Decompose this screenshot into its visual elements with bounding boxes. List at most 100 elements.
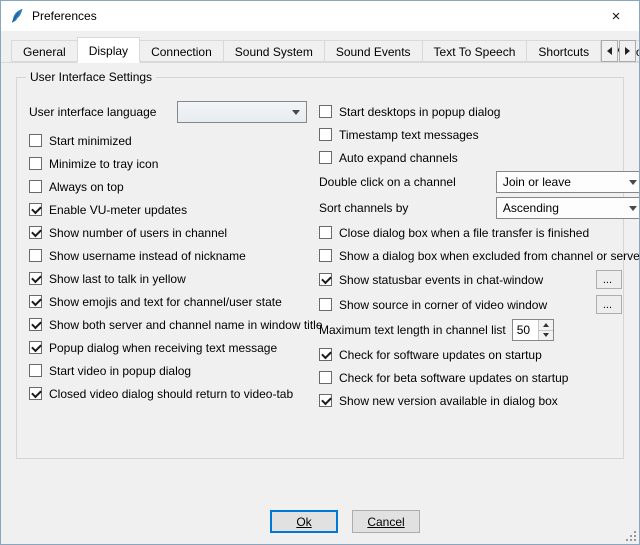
checkbox-update-check[interactable]: Check for software updates on startup — [319, 343, 640, 366]
arrow-right-icon — [625, 47, 630, 55]
spin-down-button[interactable] — [539, 331, 553, 341]
spin-up-button[interactable] — [539, 320, 553, 331]
chevron-down-icon — [292, 110, 300, 115]
checkbox-label: Show source in corner of video window — [339, 298, 547, 312]
tab-connection[interactable]: Connection — [139, 40, 224, 62]
chevron-down-icon — [629, 206, 637, 211]
max-text-length-value[interactable]: 50 — [513, 320, 538, 340]
checkbox-video-popup[interactable]: Start video in popup dialog — [29, 359, 307, 382]
tab-scroll-right-button[interactable] — [619, 40, 636, 62]
checkbox-box[interactable] — [29, 180, 42, 193]
tab-general[interactable]: General — [11, 40, 78, 62]
checkbox-box[interactable] — [319, 226, 332, 239]
arrow-up-icon — [543, 323, 549, 327]
checkbox-timestamp-messages[interactable]: Timestamp text messages — [319, 123, 640, 146]
checkbox-box[interactable] — [29, 364, 42, 377]
sort-channels-dropdown[interactable]: Ascending — [496, 197, 640, 219]
sort-channels-value: Ascending — [503, 201, 559, 215]
preferences-window: Preferences × General Display Connection… — [0, 0, 640, 545]
checkbox-box[interactable] — [29, 295, 42, 308]
close-button[interactable]: × — [593, 1, 639, 31]
double-click-label: Double click on a channel — [319, 175, 456, 189]
checkbox-auto-expand-channels[interactable]: Auto expand channels — [319, 146, 640, 169]
double-click-value: Join or leave — [503, 175, 571, 189]
checkbox-box[interactable] — [319, 394, 332, 407]
checkbox-box[interactable] — [29, 249, 42, 262]
tab-sound-events[interactable]: Sound Events — [324, 40, 423, 62]
checkbox-label: Show username instead of nickname — [49, 249, 246, 263]
checkbox-box[interactable] — [319, 249, 332, 262]
checkbox-box[interactable] — [319, 128, 332, 141]
checkbox-label: Show a dialog box when excluded from cha… — [339, 249, 640, 263]
spin-buttons — [538, 320, 553, 340]
checkbox-box[interactable] — [29, 341, 42, 354]
tab-bar: General Display Connection Sound System … — [1, 31, 639, 62]
checkbox-box[interactable] — [29, 318, 42, 331]
checkbox-label: Minimize to tray icon — [49, 157, 158, 171]
tab-display[interactable]: Display — [77, 37, 140, 63]
checkbox-label: Start desktops in popup dialog — [339, 105, 500, 119]
checkbox-label: Show both server and channel name in win… — [49, 318, 323, 332]
checkbox-box[interactable] — [319, 151, 332, 164]
checkbox-box[interactable] — [29, 134, 42, 147]
checkbox-label: Popup dialog when receiving text message — [49, 341, 277, 355]
statusbar-events-config-button[interactable]: ... — [596, 270, 622, 289]
arrow-down-icon — [543, 333, 549, 337]
checkbox-popup-text-message[interactable]: Popup dialog when receiving text message — [29, 336, 307, 359]
tab-scroll-left-button[interactable] — [601, 40, 618, 62]
checkbox-minimize-to-tray[interactable]: Minimize to tray icon — [29, 152, 307, 175]
checkbox-box[interactable] — [29, 387, 42, 400]
checkbox-server-channel-in-title[interactable]: Show both server and channel name in win… — [29, 313, 307, 336]
chevron-down-icon — [629, 180, 637, 185]
checkbox-beta-update-check[interactable]: Check for beta software updates on start… — [319, 366, 640, 389]
checkbox-show-user-count[interactable]: Show number of users in channel — [29, 221, 307, 244]
titlebar: Preferences × — [1, 1, 639, 31]
resize-grip-icon — [624, 529, 637, 542]
checkbox-box[interactable] — [319, 371, 332, 384]
checkbox-video-source-corner[interactable] — [319, 298, 332, 311]
checkbox-label: Check for software updates on startup — [339, 348, 542, 362]
ok-button[interactable]: Ok — [270, 510, 338, 533]
dialog-buttons: Ok Cancel — [1, 510, 639, 533]
close-icon: × — [612, 8, 621, 25]
double-click-dropdown[interactable]: Join or leave — [496, 171, 640, 193]
checkbox-excluded-dialog[interactable]: Show a dialog box when excluded from cha… — [319, 244, 640, 267]
checkbox-label: Always on top — [49, 180, 124, 194]
checkbox-start-minimized[interactable]: Start minimized — [29, 129, 307, 152]
max-text-length-spinbox[interactable]: 50 — [512, 319, 554, 341]
language-label: User interface language — [29, 105, 156, 119]
tab-shortcuts[interactable]: Shortcuts — [526, 40, 601, 62]
checkbox-box[interactable] — [29, 203, 42, 216]
display-tab-pane: User Interface Settings User interface l… — [1, 62, 639, 544]
checkbox-always-on-top[interactable]: Always on top — [29, 175, 307, 198]
checkbox-last-talk-yellow[interactable]: Show last to talk in yellow — [29, 267, 307, 290]
video-source-config-button[interactable]: ... — [596, 295, 622, 314]
checkbox-box[interactable] — [29, 157, 42, 170]
checkbox-new-version-dialog[interactable]: Show new version available in dialog box — [319, 389, 640, 412]
checkbox-video-return-tab[interactable]: Closed video dialog should return to vid… — [29, 382, 307, 405]
resize-grip[interactable] — [624, 529, 637, 542]
checkbox-box[interactable] — [29, 272, 42, 285]
arrow-left-icon — [607, 47, 612, 55]
checkbox-box[interactable] — [319, 348, 332, 361]
cancel-button[interactable]: Cancel — [352, 510, 420, 533]
checkbox-statusbar-events[interactable] — [319, 273, 332, 286]
checkbox-username-instead-nickname[interactable]: Show username instead of nickname — [29, 244, 307, 267]
tab-sound-system[interactable]: Sound System — [223, 40, 325, 62]
checkbox-label: Closed video dialog should return to vid… — [49, 387, 293, 401]
tab-scroll-buttons — [600, 40, 636, 62]
language-row: User interface language — [29, 100, 307, 124]
checkbox-label: Start video in popup dialog — [49, 364, 191, 378]
checkbox-label: Auto expand channels — [339, 151, 458, 165]
tab-text-to-speech[interactable]: Text To Speech — [422, 40, 528, 62]
statusbar-events-row: Show statusbar events in chat-window ... — [319, 267, 640, 292]
checkbox-vu-meter-updates[interactable]: Enable VU-meter updates — [29, 198, 307, 221]
max-text-length-row: Maximum text length in channel list 50 — [319, 317, 640, 343]
language-dropdown[interactable] — [177, 101, 307, 123]
checkbox-box[interactable] — [29, 226, 42, 239]
checkbox-box[interactable] — [319, 105, 332, 118]
settings-columns: User interface language Start minimized … — [29, 100, 613, 412]
checkbox-desktops-popup[interactable]: Start desktops in popup dialog — [319, 100, 640, 123]
checkbox-close-filetransfer-dialog[interactable]: Close dialog box when a file transfer is… — [319, 221, 640, 244]
checkbox-emojis-text-state[interactable]: Show emojis and text for channel/user st… — [29, 290, 307, 313]
